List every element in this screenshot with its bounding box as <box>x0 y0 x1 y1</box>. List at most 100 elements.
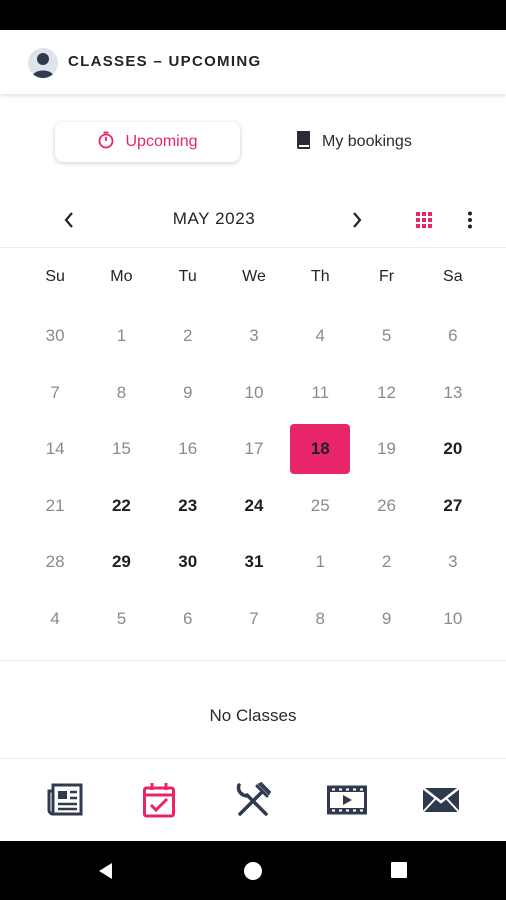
book-icon <box>296 130 312 155</box>
calendar-day[interactable]: 3 <box>221 308 287 365</box>
calendar-day[interactable]: 4 <box>22 591 88 648</box>
nav-dining[interactable] <box>228 775 278 825</box>
grid-icon <box>416 212 432 228</box>
calendar-day[interactable]: 28 <box>22 534 88 591</box>
empty-state-message: No Classes <box>209 706 297 725</box>
calendar-week-row: 14 15 16 17 18 19 20 <box>22 421 486 478</box>
calendar-day[interactable]: 5 <box>88 591 154 648</box>
utensils-icon <box>236 782 271 816</box>
calendar-day[interactable]: 4 <box>287 308 353 365</box>
calendar-day-number: 26 <box>377 495 396 515</box>
user-avatar-icon[interactable] <box>28 48 58 78</box>
tab-my-bookings[interactable]: My bookings <box>296 122 412 162</box>
system-recents-button[interactable] <box>390 861 408 884</box>
calendar-day-number: 17 <box>244 439 264 459</box>
calendar-day[interactable]: 11 <box>287 365 353 422</box>
calendar-week-row: 30 1 2 3 4 5 6 <box>22 308 486 365</box>
calendar-day-number: 31 <box>244 552 264 572</box>
tab-upcoming-label: Upcoming <box>125 133 198 150</box>
mail-icon <box>422 787 460 813</box>
calendar-day[interactable]: 26 <box>353 478 419 535</box>
nav-classes[interactable] <box>134 775 184 825</box>
calendar-day[interactable]: 21 <box>22 478 88 535</box>
calendar-day[interactable]: 17 <box>221 421 287 478</box>
system-navigation-bar <box>0 841 506 900</box>
back-triangle-icon <box>99 863 112 879</box>
calendar-day[interactable]: 30 <box>22 308 88 365</box>
calendar-day-number: 18 <box>310 439 330 459</box>
recents-square-icon <box>391 862 407 878</box>
nav-messages[interactable] <box>416 775 466 825</box>
calendar-day[interactable]: 7 <box>221 591 287 648</box>
nav-videos[interactable] <box>322 775 372 825</box>
more-options-button[interactable] <box>454 204 486 236</box>
calendar-day-number: 6 <box>182 608 193 628</box>
calendar-day-number: 3 <box>448 552 458 572</box>
calendar-day-number: 13 <box>443 382 463 402</box>
calendar-day[interactable]: 3 <box>420 534 486 591</box>
system-back-button[interactable] <box>96 861 116 886</box>
calendar-day[interactable]: 10 <box>221 365 287 422</box>
system-home-button[interactable] <box>243 861 263 886</box>
tab-my-bookings-label: My bookings <box>322 133 412 150</box>
calendar-header: MAY 2023 <box>0 196 506 244</box>
calendar-day[interactable]: 23 <box>155 478 221 535</box>
calendar-day[interactable]: 24 <box>221 478 287 535</box>
calendar-day[interactable]: 2 <box>353 534 419 591</box>
calendar-day[interactable]: 30 <box>155 534 221 591</box>
next-month-button[interactable] <box>341 204 373 236</box>
calendar-day[interactable]: 14 <box>22 421 88 478</box>
calendar-day-number: 30 <box>178 552 198 572</box>
stopwatch-icon <box>97 131 115 154</box>
month-label: MAY 2023 <box>172 209 256 228</box>
divider <box>0 660 506 661</box>
calendar-day[interactable]: 9 <box>353 591 419 648</box>
page-title: CLASSES – UPCOMING <box>68 53 262 70</box>
calendar-day[interactable]: 31 <box>221 534 287 591</box>
calendar-day[interactable]: 13 <box>420 365 486 422</box>
calendar-day-number: 10 <box>443 608 463 628</box>
calendar-day-number: 30 <box>45 326 65 346</box>
calendar-day-selected[interactable]: 18 <box>287 421 353 478</box>
calendar-day[interactable]: 25 <box>287 478 353 535</box>
calendar-day[interactable]: 22 <box>88 478 154 535</box>
calendar-day-number: 25 <box>310 495 330 515</box>
calendar-day-number: 4 <box>50 608 60 628</box>
calendar-day-number: 14 <box>45 439 65 459</box>
calendar-day-number: 9 <box>381 608 392 628</box>
calendar-day-number: 5 <box>381 326 392 346</box>
calendar-day[interactable]: 20 <box>420 421 486 478</box>
calendar-day-number: 10 <box>244 382 264 402</box>
weekday-label: Sa <box>443 268 463 285</box>
calendar-day-number: 16 <box>178 439 198 459</box>
home-circle-icon <box>244 862 262 880</box>
calendar-day[interactable]: 10 <box>420 591 486 648</box>
more-vertical-icon <box>468 211 472 229</box>
weekday-label: Su <box>45 268 65 285</box>
weekday-label: Mo <box>110 268 133 285</box>
calendar-day-number: 20 <box>443 439 463 459</box>
previous-month-button[interactable] <box>53 204 85 236</box>
calendar-day[interactable]: 2 <box>155 308 221 365</box>
tab-upcoming[interactable]: Upcoming <box>55 122 240 162</box>
grid-view-button[interactable] <box>408 204 440 236</box>
calendar-day[interactable]: 7 <box>22 365 88 422</box>
calendar-day-number: 7 <box>249 608 259 628</box>
calendar-day[interactable]: 8 <box>88 365 154 422</box>
calendar-day[interactable]: 29 <box>88 534 154 591</box>
calendar-day[interactable]: 15 <box>88 421 154 478</box>
divider <box>0 247 506 248</box>
calendar-day[interactable]: 12 <box>353 365 419 422</box>
calendar-day[interactable]: 9 <box>155 365 221 422</box>
calendar-day[interactable]: 19 <box>353 421 419 478</box>
calendar-day[interactable]: 8 <box>287 591 353 648</box>
nav-news[interactable] <box>40 775 90 825</box>
calendar-day[interactable]: 1 <box>287 534 353 591</box>
calendar-day[interactable]: 16 <box>155 421 221 478</box>
calendar-day[interactable]: 1 <box>88 308 154 365</box>
calendar-day[interactable]: 27 <box>420 478 486 535</box>
calendar-day-number: 9 <box>182 382 193 402</box>
calendar-day[interactable]: 6 <box>155 591 221 648</box>
calendar-day[interactable]: 6 <box>420 308 486 365</box>
calendar-day[interactable]: 5 <box>353 308 419 365</box>
